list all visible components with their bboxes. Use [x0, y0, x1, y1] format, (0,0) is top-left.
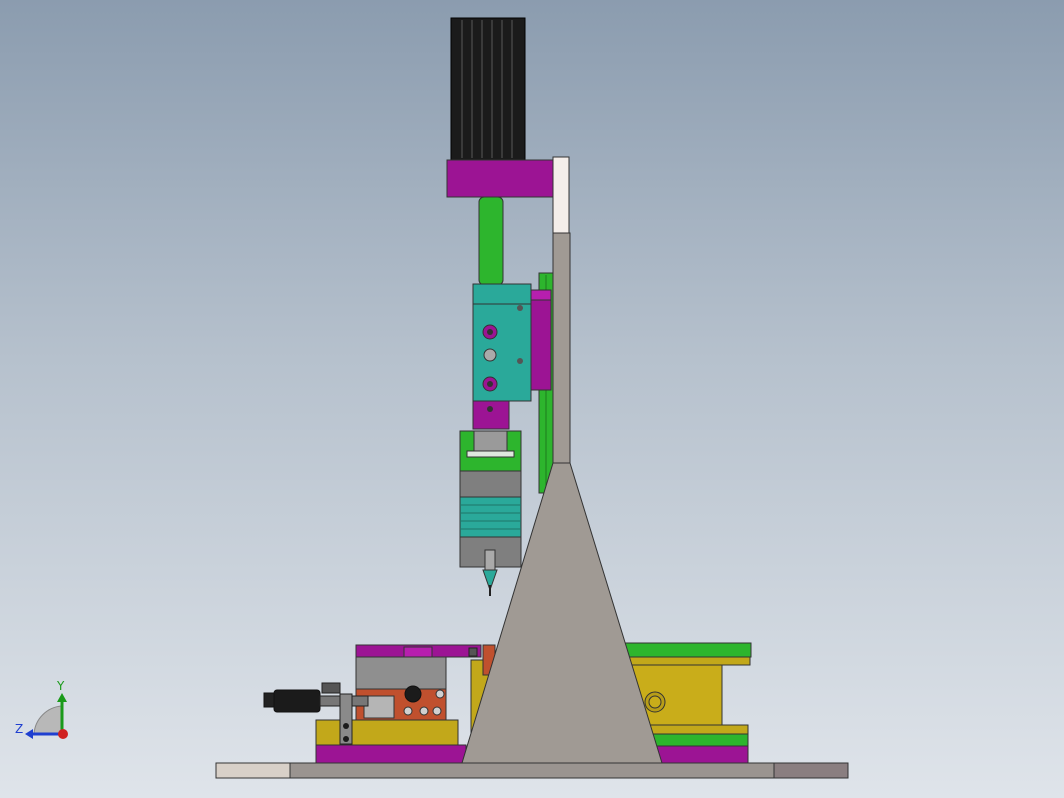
coordinate-triad: Y Z — [15, 679, 68, 739]
stepper-motor[interactable] — [450, 17, 526, 161]
motor-mount-bracket[interactable] — [446, 156, 570, 234]
cad-model-drawing: Y Z — [15, 17, 849, 779]
slider-carriage[interactable] — [472, 283, 552, 402]
clamp-assembly[interactable] — [355, 644, 482, 721]
bolt-circle-icon — [644, 691, 666, 713]
vertical-column-plate[interactable] — [552, 232, 571, 464]
cad-viewport[interactable]: Y Z — [0, 0, 1064, 798]
lead-screw-rod[interactable] — [478, 196, 504, 286]
triad-z-label: Z — [15, 722, 23, 736]
tool-adaptor[interactable] — [472, 400, 510, 430]
tool-head[interactable] — [459, 430, 522, 596]
x-axis-point-icon — [58, 729, 68, 739]
base-plate[interactable] — [215, 762, 849, 779]
triad-y-label: Y — [56, 679, 65, 693]
